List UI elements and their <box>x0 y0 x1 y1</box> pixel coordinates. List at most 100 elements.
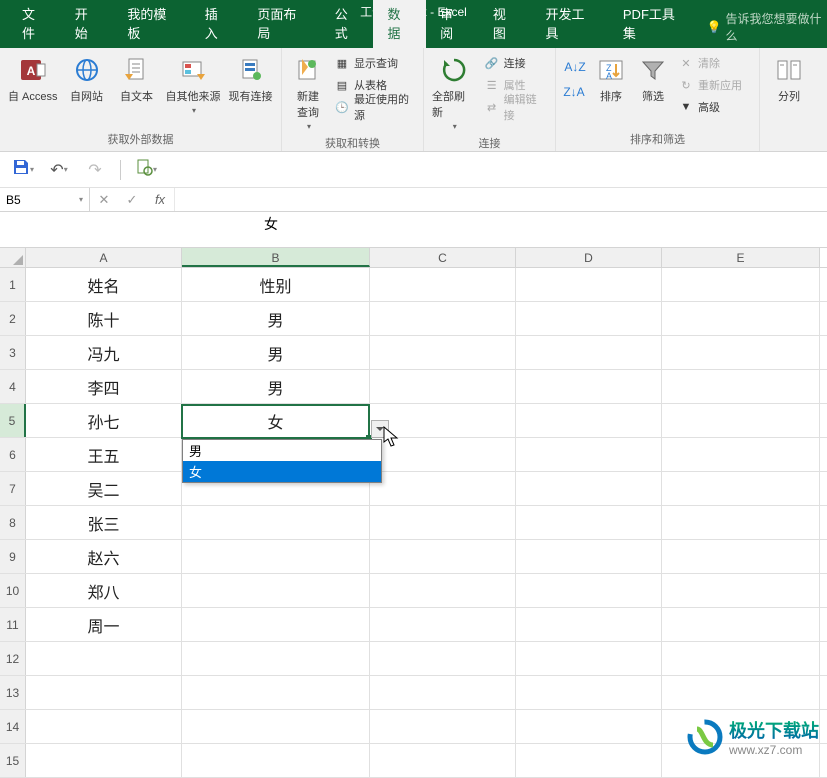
cell-B14[interactable] <box>182 710 370 743</box>
cell-E1[interactable] <box>662 268 820 301</box>
row-header[interactable]: 1 <box>0 268 26 301</box>
dropdown-item[interactable]: 男 <box>183 440 381 461</box>
menu-tab-开始[interactable]: 开始 <box>61 0 114 48</box>
tell-me-box[interactable]: 💡告诉我您想要做什么 <box>707 10 827 48</box>
row-header[interactable]: 3 <box>0 336 26 369</box>
row-header[interactable]: 12 <box>0 642 26 675</box>
save-button[interactable]: ▾ <box>12 159 34 181</box>
menu-tab-PDF工具集[interactable]: PDF工具集 <box>609 0 699 48</box>
clear-filter-button[interactable]: ✕清除 <box>674 52 746 74</box>
reapply-button[interactable]: ↻重新应用 <box>674 74 746 96</box>
cell-D10[interactable] <box>516 574 662 607</box>
row-header[interactable]: 4 <box>0 370 26 403</box>
dropdown-item[interactable]: 女 <box>183 461 381 482</box>
new-query-button[interactable]: 新建 查询 <box>286 52 330 133</box>
undo-button[interactable]: ↶▾ <box>48 159 70 181</box>
col-header-B[interactable]: B <box>182 248 370 267</box>
cell-C6[interactable] <box>370 438 516 471</box>
cell-A4[interactable]: 李四 <box>26 370 182 403</box>
sort-desc-button[interactable]: Z↓A <box>562 81 588 103</box>
cell-C5[interactable] <box>370 404 516 437</box>
cell-A5[interactable]: 孙七 <box>26 404 182 437</box>
cell-C4[interactable] <box>370 370 516 403</box>
cell-C1[interactable] <box>370 268 516 301</box>
cell-C9[interactable] <box>370 540 516 573</box>
cell-A7[interactable]: 吴二 <box>26 472 182 505</box>
col-header-C[interactable]: C <box>370 248 516 267</box>
cell-B12[interactable] <box>182 642 370 675</box>
data-validation-dropdown-list[interactable]: 男女 <box>182 439 382 483</box>
cell-E5[interactable] <box>662 404 820 437</box>
print-preview-button[interactable]: ▾ <box>135 159 157 181</box>
cell-B9[interactable] <box>182 540 370 573</box>
cell-D13[interactable] <box>516 676 662 709</box>
data-validation-dropdown-button[interactable] <box>371 420 389 438</box>
cell-A3[interactable]: 冯九 <box>26 336 182 369</box>
existing-conn-button[interactable]: 现有连接 <box>225 52 277 106</box>
show-query-button[interactable]: ▦显示查询 <box>330 52 419 74</box>
menu-tab-插入[interactable]: 插入 <box>191 0 244 48</box>
cell-D12[interactable] <box>516 642 662 675</box>
cell-E3[interactable] <box>662 336 820 369</box>
sort-asc-button[interactable]: A↓Z <box>562 56 588 78</box>
row-header[interactable]: 8 <box>0 506 26 539</box>
cell-A10[interactable]: 郑八 <box>26 574 182 607</box>
refresh-all-button[interactable]: 全部刷新 <box>428 52 480 133</box>
cell-D15[interactable] <box>516 744 662 777</box>
row-header[interactable]: 5 <box>0 404 26 437</box>
fx-button[interactable]: fx <box>146 188 174 211</box>
row-header[interactable]: 6 <box>0 438 26 471</box>
cell-B13[interactable] <box>182 676 370 709</box>
formula-input[interactable]: 女 <box>0 212 827 248</box>
cell-D3[interactable] <box>516 336 662 369</box>
cell-D8[interactable] <box>516 506 662 539</box>
cell-A14[interactable] <box>26 710 182 743</box>
from-text-button[interactable]: 自文本 <box>112 52 162 106</box>
cell-C13[interactable] <box>370 676 516 709</box>
cell-B8[interactable] <box>182 506 370 539</box>
cell-D4[interactable] <box>516 370 662 403</box>
cell-D6[interactable] <box>516 438 662 471</box>
advanced-filter-button[interactable]: ▼高级 <box>674 96 746 118</box>
cell-A6[interactable]: 王五 <box>26 438 182 471</box>
cell-B1[interactable]: 性别 <box>182 268 370 301</box>
cell-C11[interactable] <box>370 608 516 641</box>
connections-button[interactable]: 🔗连接 <box>480 52 551 74</box>
col-header-A[interactable]: A <box>26 248 182 267</box>
row-header[interactable]: 13 <box>0 676 26 709</box>
cell-C10[interactable] <box>370 574 516 607</box>
cell-B2[interactable]: 男 <box>182 302 370 335</box>
cell-E8[interactable] <box>662 506 820 539</box>
cell-B11[interactable] <box>182 608 370 641</box>
cell-A8[interactable]: 张三 <box>26 506 182 539</box>
select-all-corner[interactable] <box>0 248 26 267</box>
cell-D5[interactable] <box>516 404 662 437</box>
row-header[interactable]: 15 <box>0 744 26 777</box>
cell-B10[interactable] <box>182 574 370 607</box>
cell-E6[interactable] <box>662 438 820 471</box>
cell-E13[interactable] <box>662 676 820 709</box>
cell-D2[interactable] <box>516 302 662 335</box>
cell-E10[interactable] <box>662 574 820 607</box>
cell-B3[interactable]: 男 <box>182 336 370 369</box>
cancel-formula-button[interactable]: ✕ <box>90 188 118 211</box>
cell-C8[interactable] <box>370 506 516 539</box>
row-header[interactable]: 10 <box>0 574 26 607</box>
cell-A9[interactable]: 赵六 <box>26 540 182 573</box>
sort-button[interactable]: ZA 排序 <box>590 52 632 106</box>
text-to-columns-button[interactable]: 分列 <box>764 52 814 106</box>
cell-C7[interactable] <box>370 472 516 505</box>
cell-C14[interactable] <box>370 710 516 743</box>
cell-B5[interactable]: 女 <box>182 404 370 437</box>
cell-E4[interactable] <box>662 370 820 403</box>
col-header-E[interactable]: E <box>662 248 820 267</box>
menu-tab-我的模板[interactable]: 我的模板 <box>113 0 190 48</box>
cell-A12[interactable] <box>26 642 182 675</box>
redo-button[interactable]: ↷ <box>84 159 106 181</box>
from-web-button[interactable]: 自网站 <box>62 52 112 106</box>
cell-D11[interactable] <box>516 608 662 641</box>
cell-E2[interactable] <box>662 302 820 335</box>
cell-A13[interactable] <box>26 676 182 709</box>
row-header[interactable]: 7 <box>0 472 26 505</box>
cell-A15[interactable] <box>26 744 182 777</box>
